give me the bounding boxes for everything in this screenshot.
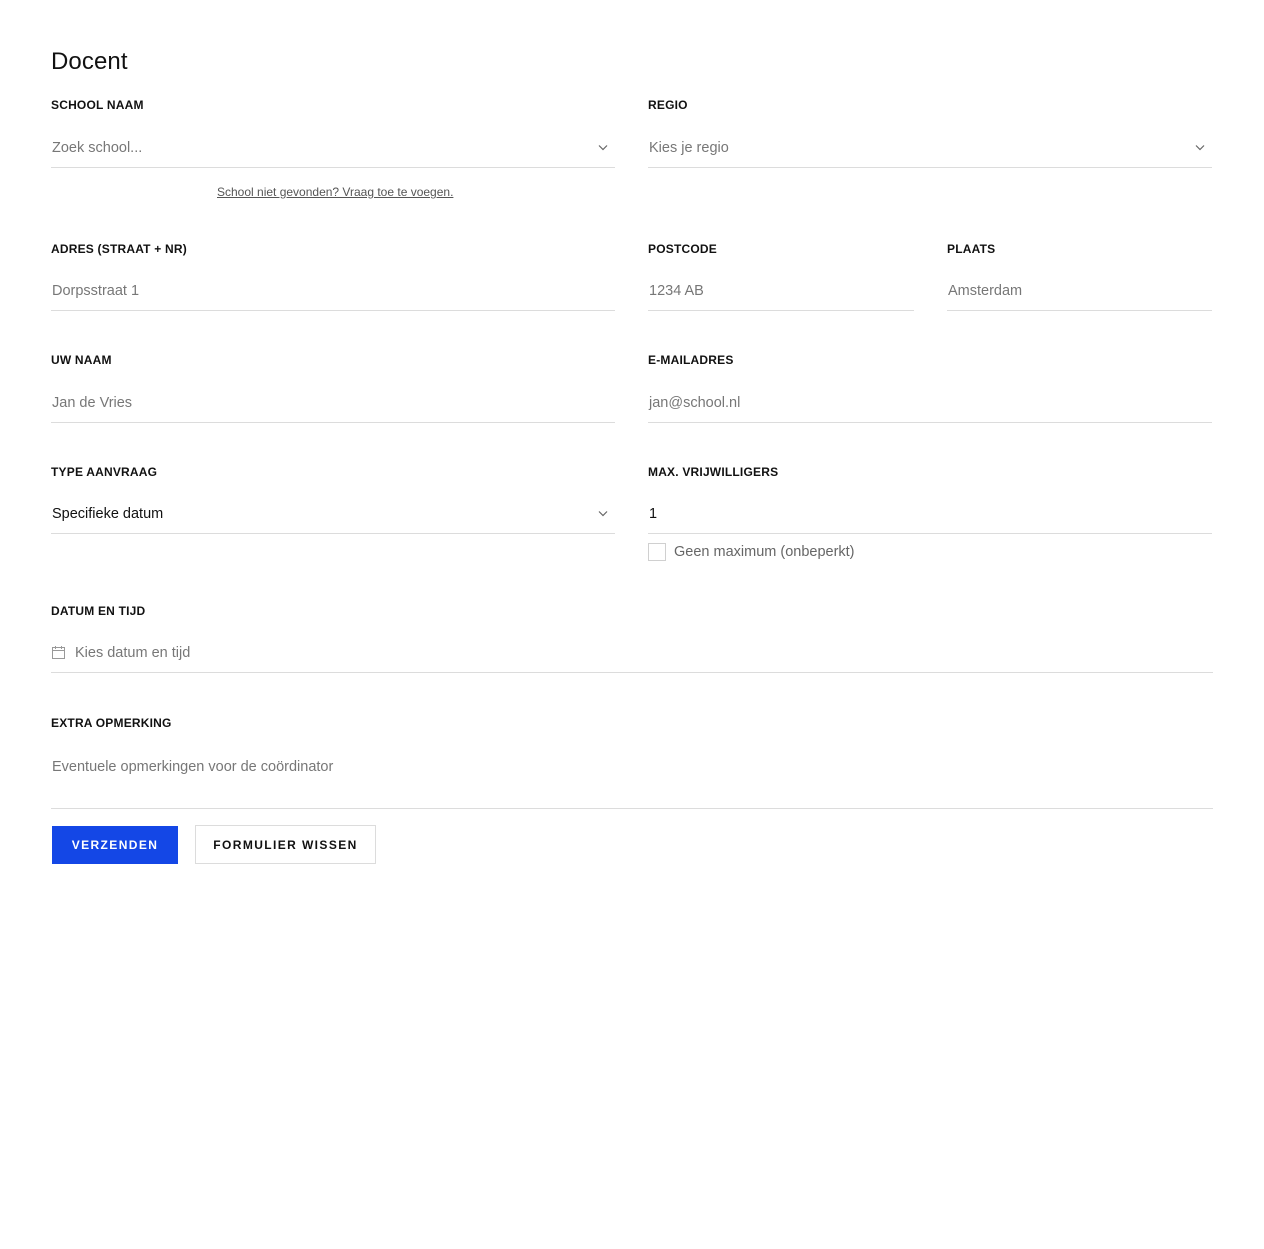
no-max-checkbox[interactable] [648, 543, 666, 561]
postcode-input[interactable]: 1234 AB [648, 271, 914, 311]
max-value: 1 [649, 505, 658, 522]
opmerking-label: EXTRA OPMERKING [51, 716, 172, 730]
regio-label: REGIO [648, 98, 688, 112]
plaats-label: PLAATS [947, 242, 996, 256]
email-label: E-MAILADRES [648, 353, 734, 367]
postcode-placeholder: 1234 AB [649, 282, 704, 299]
plaats-placeholder: Amsterdam [948, 282, 1023, 299]
datum-label: DATUM EN TIJD [51, 604, 146, 618]
max-label: MAX. VRIJWILLIGERS [648, 465, 779, 479]
school-select[interactable]: Zoek school... [51, 128, 615, 168]
email-input[interactable]: jan@school.nl [648, 383, 1212, 423]
postcode-label: POSTCODE [648, 242, 717, 256]
email-placeholder: jan@school.nl [649, 394, 741, 411]
calendar-icon [51, 645, 66, 660]
opmerking-placeholder: Eventuele opmerkingen voor de coördinato… [52, 759, 334, 775]
form-title: Docent [51, 48, 128, 75]
type-value: Specifieke datum [52, 505, 164, 522]
naam-label: UW NAAM [51, 353, 112, 367]
no-max-option[interactable]: Geen maximum (onbeperkt) [648, 543, 855, 561]
adres-placeholder: Dorpsstraat 1 [52, 282, 140, 299]
adres-label: ADRES (STRAAT + NR) [51, 242, 187, 256]
submit-button[interactable]: VERZENDEN [52, 826, 178, 864]
regio-placeholder: Kies je regio [649, 139, 729, 156]
opmerking-textarea[interactable]: Eventuele opmerkingen voor de coördinato… [51, 745, 1213, 809]
regio-select[interactable]: Kies je regio [648, 128, 1212, 168]
naam-input[interactable]: Jan de Vries [51, 383, 615, 423]
type-select[interactable]: Specifieke datum [51, 494, 615, 534]
clear-form-button[interactable]: FORMULIER WISSEN [195, 825, 376, 864]
plaats-input[interactable]: Amsterdam [947, 271, 1212, 311]
chevron-down-icon [1194, 142, 1206, 154]
chevron-down-icon [597, 142, 609, 154]
naam-placeholder: Jan de Vries [52, 394, 133, 411]
school-label: SCHOOL NAAM [51, 98, 144, 112]
datum-placeholder: Kies datum en tijd [75, 644, 191, 661]
chevron-down-icon [597, 508, 609, 520]
max-input[interactable]: 1 [648, 494, 1212, 534]
type-label: TYPE AANVRAAG [51, 465, 158, 479]
school-placeholder: Zoek school... [52, 139, 143, 156]
datum-input[interactable]: Kies datum en tijd [51, 633, 1213, 673]
no-max-label: Geen maximum (onbeperkt) [674, 544, 855, 560]
school-not-found-link[interactable]: School niet gevonden? Vraag toe te voege… [217, 185, 453, 199]
adres-input[interactable]: Dorpsstraat 1 [51, 271, 615, 311]
